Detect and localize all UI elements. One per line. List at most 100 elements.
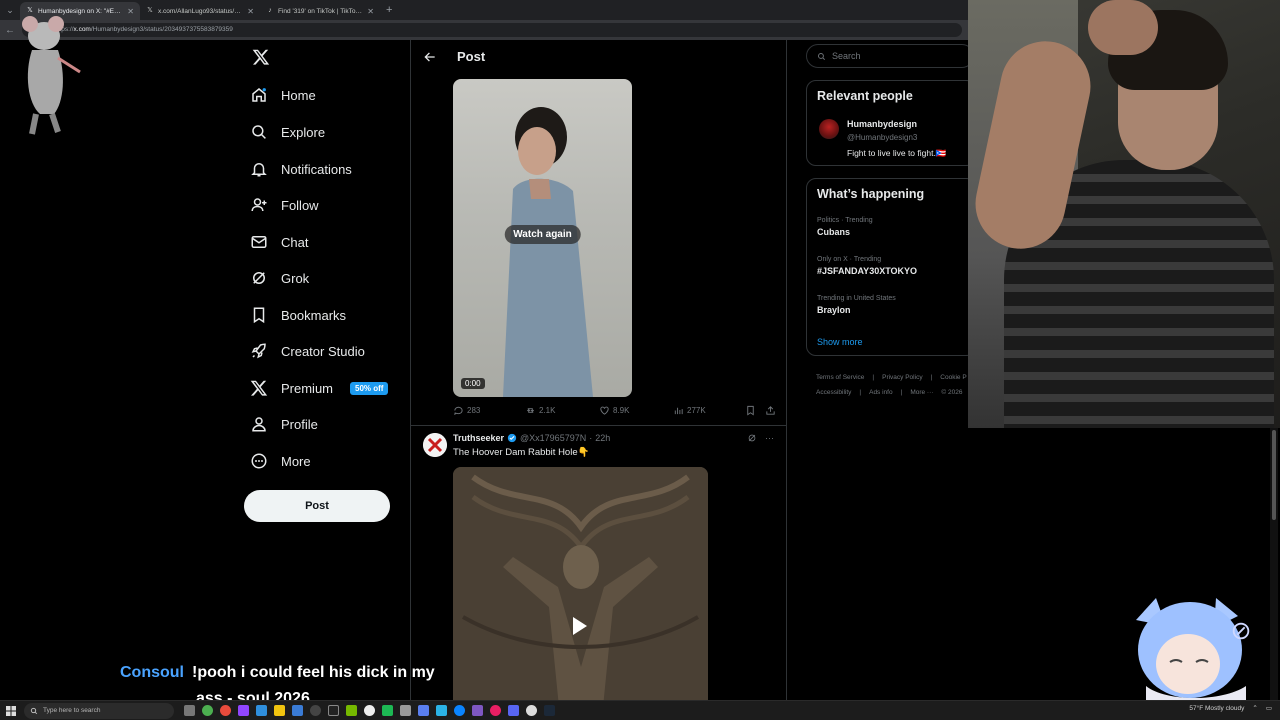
sidebar-item-explore[interactable]: Explore [250,123,325,141]
close-tab-icon[interactable]: ✕ [367,7,374,16]
edge-icon[interactable] [256,705,267,716]
nvidia-icon[interactable] [346,705,357,716]
app-icon[interactable] [454,705,465,716]
search-icon [30,707,38,714]
post-button[interactable]: Post [244,490,390,522]
app-icon[interactable] [418,705,429,716]
app-icon[interactable] [436,705,447,716]
video-player[interactable]: Watch again 0:00 [453,79,632,397]
sidebar-item-notifications[interactable]: Notifications [250,160,352,178]
grok-icon[interactable] [747,433,757,443]
sidebar-item-home[interactable]: Home [250,86,316,104]
controller-icon [1232,622,1250,640]
network-icon[interactable]: ▭ [1266,704,1272,712]
person-handle[interactable]: @Humanbydesign3 [847,133,917,142]
play-icon[interactable] [573,617,587,635]
sidebar-item-label: Premium [281,380,334,396]
bookmark-button[interactable] [745,405,756,416]
author-handle[interactable]: @Xx17965797N [520,433,586,443]
like-button[interactable]: 8.9K [599,405,629,416]
app-icon[interactable] [364,705,375,716]
page-title: Post [457,49,486,64]
page-scrollbar[interactable] [1270,428,1278,700]
watch-again-button[interactable]: Watch again [504,225,581,244]
sidebar-item-follow[interactable]: Follow [250,196,319,214]
windows-start-icon[interactable] [2,705,20,716]
reply-button[interactable]: 283 [453,405,480,416]
chrome-icon[interactable] [220,705,231,716]
main-column: Post Watch again 0:00 283 2.1K 8.9K 277K [410,40,787,700]
sidebar-item-label: Creator Studio [281,343,365,359]
sidebar-item-profile[interactable]: Profile [250,415,318,433]
x-logo-icon[interactable] [252,48,270,66]
avatar[interactable] [819,119,839,139]
trend-context: Trending in United States [817,295,896,302]
search-input[interactable]: Search [806,44,974,68]
sidebar-item-chat[interactable]: Chat [250,233,308,251]
scrollbar-thumb[interactable] [1272,430,1276,520]
author-name[interactable]: Truthseeker [453,433,504,443]
footer-link[interactable]: Terms of Service [816,374,864,381]
close-tab-icon[interactable]: ✕ [247,7,254,16]
views-button[interactable]: 277K [673,405,706,416]
app-icon[interactable] [382,705,393,716]
app-icon[interactable] [526,705,537,716]
person-name[interactable]: Humanbydesign [847,119,917,129]
person-add-icon [251,198,267,212]
avatar[interactable] [423,433,447,457]
tiktok-icon: ♪ [268,7,272,14]
browser-tab-3[interactable]: ♪ Find '319' on TikTok | TikTok Searc...… [260,2,380,20]
search-icon [818,52,826,60]
sidebar-item-creator-studio[interactable]: Creator Studio [250,342,365,360]
obs-icon[interactable] [310,705,321,716]
footer-links: Terms of Service | Privacy Policy | Cookie P… [816,370,968,400]
twitch-icon[interactable] [238,705,249,716]
video-thumbnail-relief [453,467,708,700]
discord-icon[interactable] [508,705,519,716]
trend-item[interactable]: Politics · Trending Cubans [817,217,873,237]
app-icon[interactable] [490,705,501,716]
url-field[interactable]: https://x.com/Humanbydesign3/status/2034… [22,23,962,37]
sidebar-item-premium[interactable]: Premium 50% off [250,379,389,397]
back-arrow-icon[interactable] [423,50,437,64]
sidebar-item-more[interactable]: More [250,452,311,470]
sidebar-item-label: Profile [281,416,318,432]
tray-chevron-icon[interactable]: ⌃ [1252,704,1257,712]
trend-item[interactable]: Trending in United States Braylon [817,295,896,315]
file-explorer-icon[interactable] [274,705,285,716]
app-icon[interactable] [400,705,411,716]
post-author: Truthseeker @Xx17965797N · 22h [453,433,610,443]
browser-tab-2[interactable]: 𝕏 x.com/AllanLugo93/status/203525... ✕ [140,2,260,20]
video-player[interactable] [453,467,708,700]
footer-link[interactable]: Cookie P [940,374,966,381]
footer-link[interactable]: Accessibility [816,389,851,396]
footer-separator: | [872,374,875,381]
taskbar-search-input[interactable]: Type here to search [24,702,174,719]
footer-link[interactable]: Privacy Policy [882,374,922,381]
premium-discount-badge: 50% off [350,381,389,395]
sidebar-item-bookmarks[interactable]: Bookmarks [250,306,346,324]
steam-icon[interactable] [544,705,555,716]
bell-icon [251,163,267,177]
app-icon[interactable] [472,705,483,716]
weather-widget[interactable]: 57°F Mostly cloudy [1189,705,1244,712]
post-time[interactable]: 22h [595,433,610,443]
show-more-link[interactable]: Show more [817,337,863,347]
footer-link[interactable]: More ··· [910,389,933,396]
store-icon[interactable] [292,705,303,716]
task-view-icon[interactable] [184,705,195,716]
search-placeholder: Search [832,51,861,61]
tab-title: x.com/AllanLugo93/status/203525... [158,7,243,15]
trend-item[interactable]: Only on X · Trending #JSFANDAY30XTOKYO [817,256,917,276]
app-icon[interactable] [202,705,213,716]
sidebar-item-grok[interactable]: Grok [250,269,309,287]
mail-icon [251,236,267,248]
close-tab-icon[interactable]: ✕ [127,7,134,16]
footer-link[interactable]: Ads info [869,389,893,396]
share-button[interactable] [765,405,776,416]
app-icon[interactable] [328,705,339,716]
chat-username: Consoul [120,664,184,681]
more-options-icon[interactable]: ··· [765,433,774,443]
repost-button[interactable]: 2.1K [525,405,555,416]
new-tab-plus-icon[interactable]: + [380,4,398,16]
